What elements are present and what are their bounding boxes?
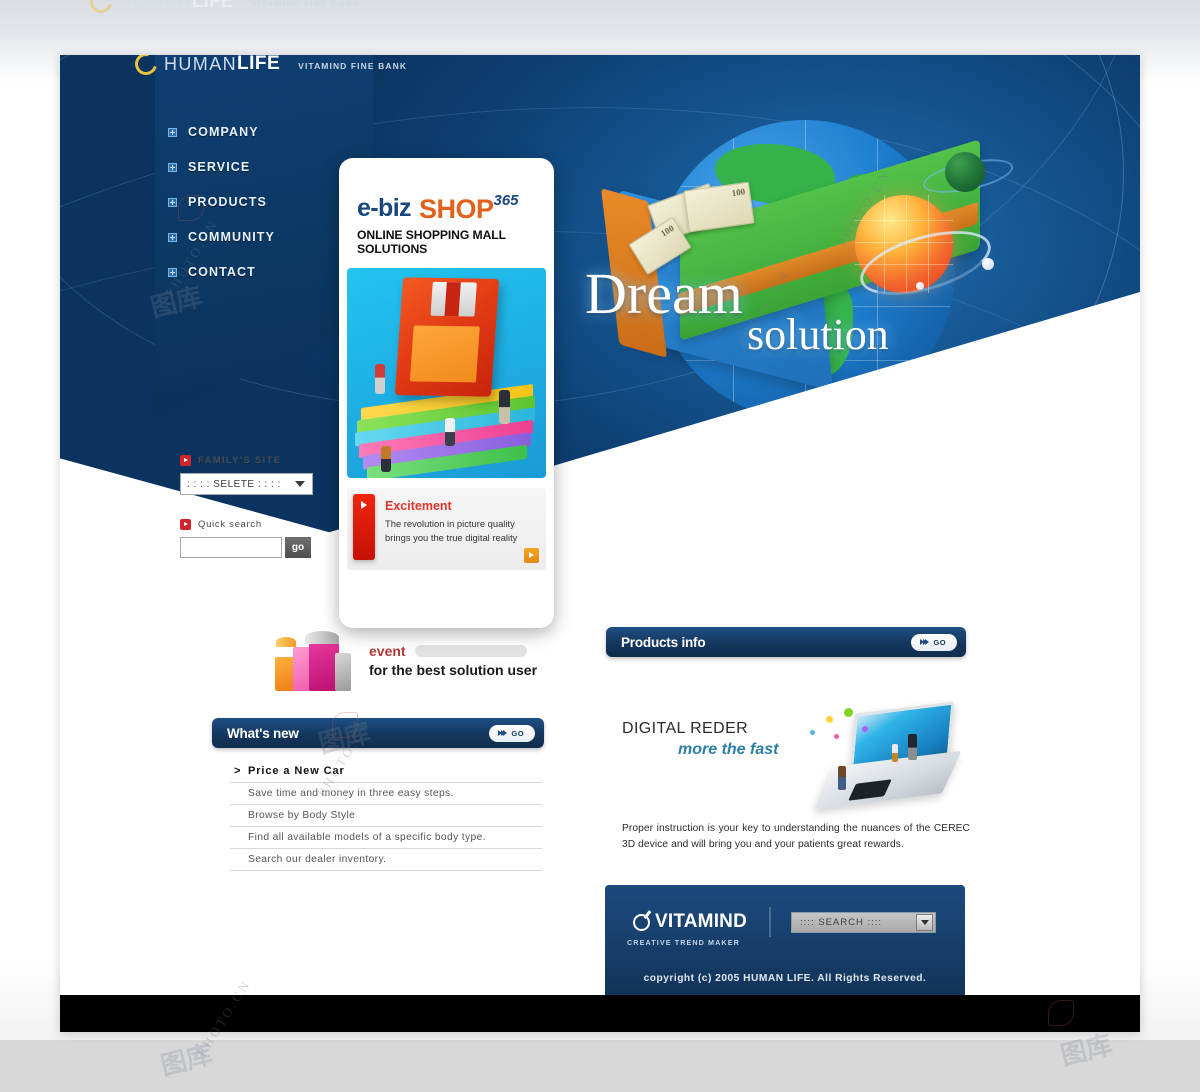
list-item[interactable]: Search our dealer inventory. (230, 849, 542, 871)
mockup-backdrop-lower (0, 1040, 1200, 1092)
products-info-paragraph: Proper instruction is your key to unders… (622, 823, 970, 850)
go-label: GO (933, 637, 947, 647)
quick-search-label: Quick search (198, 519, 262, 530)
arrow-right-icon (361, 501, 367, 509)
left-controls: FAMILY'S SITE : : : : SELETE : : : : Qui… (180, 455, 360, 558)
list-item[interactable]: Save time and money in three easy steps. (230, 783, 542, 805)
products-info-title: Products info (621, 634, 706, 650)
family-site-selected: : : : : SELETE : : : : (187, 478, 281, 490)
promo-title-shop: SHOP (418, 194, 494, 224)
logo-tagline: VITAMIND FINE BANK (298, 61, 408, 71)
bill-value: 100 (658, 222, 676, 239)
promo-title-ebiz: e-biz (357, 194, 412, 222)
list-item[interactable]: Browse by Body Style (230, 805, 542, 827)
footer-search-selected: :::: SEARCH :::: (800, 916, 883, 928)
bottom-black-bar (60, 995, 1140, 1032)
nav-label: COMMUNITY (188, 230, 275, 244)
spark-icon (834, 734, 839, 739)
chevron-down-icon[interactable] (916, 913, 934, 931)
excitement-heading: Excitement (385, 499, 452, 513)
footer-copyright: copyright (c) 2005 HUMAN LIFE. All Right… (643, 973, 927, 984)
small-planet-icon (945, 152, 985, 192)
footer-brand: VITAMIND (655, 911, 748, 932)
promo-illustration (347, 268, 546, 478)
logo-life-text: LIFE (237, 55, 281, 74)
spark-icon (810, 730, 815, 735)
footer-divider (769, 907, 772, 937)
nav-label: SERVICE (188, 160, 251, 174)
products-info-heading: DIGITAL REDER (622, 720, 749, 737)
spark-icon (844, 708, 853, 717)
excitement-go-button[interactable] (524, 548, 539, 563)
list-item[interactable]: Price a New Car (230, 760, 542, 783)
promo-title-superscript: 365 (493, 192, 519, 209)
list-item[interactable]: Find all available models of a specific … (230, 827, 542, 849)
products-info-body: DIGITAL REDER more the fast Proper instr… (622, 701, 982, 853)
whats-new-list: Price a New Car Save time and money in t… (230, 760, 542, 871)
plus-bullet-icon (168, 267, 177, 277)
person-figure (375, 364, 385, 394)
nav-label: COMPANY (188, 125, 259, 139)
spark-icon (826, 716, 833, 723)
site-footer: VITAMIND :::: SEARCH :::: CREATIVE TREND… (605, 885, 965, 1005)
website-mockup: 100 100 100 (60, 55, 1140, 1032)
person-figure (838, 766, 846, 790)
family-site-select[interactable]: : : : : SELETE : : : : (180, 473, 313, 495)
bill-value: 100 (730, 186, 746, 199)
excitement-body: The revolution in picture quality brings… (385, 518, 518, 543)
chevron-down-icon (295, 481, 305, 487)
event-label: event (369, 642, 406, 659)
promo-title: e-biz SHOP 365 ONLINE SHOPPING MALL SOLU… (339, 158, 554, 256)
red-arrow-icon (180, 455, 191, 466)
event-placeholder-bar (414, 644, 527, 657)
person-figure (381, 446, 391, 472)
products-info-go-button[interactable]: GO (911, 633, 957, 651)
plus-bullet-icon (168, 162, 177, 172)
family-site-label-row: FAMILY'S SITE (180, 455, 360, 466)
hero-headline: Dream solution (585, 265, 889, 359)
products-info-header: Products info GO (606, 627, 966, 657)
spark-icon (862, 726, 868, 732)
footer-slogan: CREATIVE TREND MAKER (627, 938, 740, 947)
red-arrow-icon (180, 519, 191, 530)
nav-item-company[interactable]: COMPANY (168, 117, 378, 147)
person-figure (445, 418, 455, 446)
floppy-disk-icon (394, 277, 500, 397)
promo-card[interactable]: e-biz SHOP 365 ONLINE SHOPPING MALL SOLU… (339, 158, 554, 628)
search-input[interactable] (180, 537, 282, 558)
nav-label: PRODUCTS (188, 195, 267, 209)
double-chevron-right-icon (498, 730, 508, 736)
nav-label: CONTACT (188, 265, 256, 279)
logo-human-text: HUMAN (164, 55, 237, 74)
ring-dot (982, 258, 994, 270)
hero-headline-secondary: solution (747, 310, 889, 359)
whats-new-header: What's new GO (212, 718, 544, 748)
plus-bullet-icon (168, 197, 177, 207)
person-figure (908, 734, 917, 760)
plus-bullet-icon (168, 232, 177, 242)
whats-new-title: What's new (227, 725, 299, 741)
vitamind-mark-icon (633, 913, 650, 931)
quick-search-label-row: Quick search (180, 519, 360, 530)
excitement-box[interactable]: Excitement The revolution in picture qua… (347, 488, 546, 570)
search-go-button[interactable]: go (285, 537, 311, 558)
family-site-label: FAMILY'S SITE (198, 455, 282, 466)
laptop-illustration (804, 701, 964, 818)
go-label: GO (511, 728, 525, 738)
event-banner[interactable]: event for the best solution user (275, 625, 605, 695)
whats-new-go-button[interactable]: GO (489, 724, 535, 742)
person-figure (499, 390, 510, 424)
person-figure (892, 744, 898, 762)
double-chevron-right-icon (920, 639, 930, 645)
site-logo[interactable]: HUMAN LIFE VITAMIND FINE BANK (130, 55, 408, 80)
ring-dot (916, 282, 924, 290)
gift-boxes-icon (275, 629, 353, 691)
promo-subtitle: ONLINE SHOPPING MALL SOLUTIONS (357, 228, 506, 256)
event-subtitle: for the best solution user (369, 661, 538, 678)
plus-bullet-icon (168, 127, 177, 137)
footer-search-select[interactable]: :::: SEARCH :::: (791, 911, 937, 933)
